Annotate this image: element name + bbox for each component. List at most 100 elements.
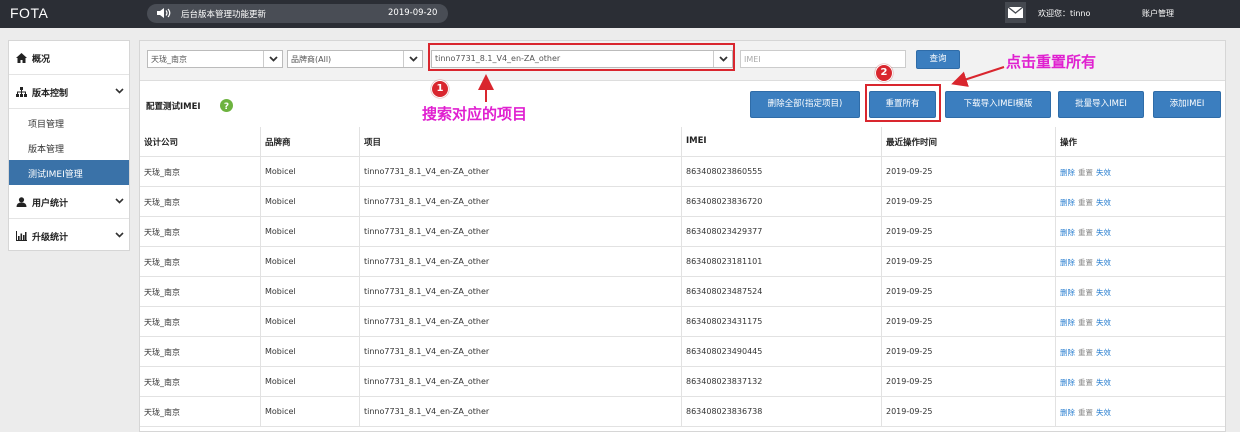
- table-cell: 863408023860555: [681, 157, 881, 187]
- cell-text: tinno7731_8.1_V4_en-ZA_other: [364, 197, 490, 206]
- table-row: 天珑_南京 Mobicel tinno7731_8.1_V4_en-ZA_other…: [140, 247, 1225, 277]
- disable-link[interactable]: 失效: [1096, 258, 1111, 267]
- disable-link[interactable]: 失效: [1096, 198, 1111, 207]
- delete-link[interactable]: 删除: [1060, 378, 1075, 387]
- table-cell: Mobicel: [260, 157, 359, 187]
- help-icon[interactable]: ?: [220, 99, 233, 112]
- disable-link[interactable]: 失效: [1096, 168, 1111, 177]
- table-row: 天珑_南京 Mobicel tinno7731_8.1_V4_en-ZA_other…: [140, 307, 1225, 337]
- notice-text: 后台版本管理功能更新: [181, 10, 267, 20]
- sidebar-item-overview[interactable]: 概况: [9, 41, 129, 75]
- cell-text: Mobicel: [265, 257, 296, 266]
- delete-all-button[interactable]: 删除全部(指定项目): [750, 91, 860, 118]
- table-cell: 2019-09-25: [881, 247, 1055, 277]
- top-bar: FOTA 后台版本管理功能更新 2019-09-20 欢迎您：tinno 账户管…: [0, 0, 1240, 28]
- reset-link[interactable]: 重置: [1078, 288, 1093, 297]
- table-row: 天珑_南京 Mobicel tinno7731_8.1_V4_en-ZA_other…: [140, 187, 1225, 217]
- cell-text: tinno7731_8.1_V4_en-ZA_other: [364, 257, 490, 266]
- reset-link[interactable]: 重置: [1078, 378, 1093, 387]
- header-text: 品牌商: [265, 138, 291, 148]
- table-cell-actions: 删除 重置 失效: [1055, 217, 1225, 247]
- table-cell: tinno7731_8.1_V4_en-ZA_other: [359, 277, 681, 307]
- disable-link[interactable]: 失效: [1096, 288, 1111, 297]
- query-button[interactable]: 查询: [916, 50, 960, 69]
- notice-bar[interactable]: 后台版本管理功能更新 2019-09-20: [147, 4, 448, 23]
- annotation-badge-2: 2: [875, 64, 893, 82]
- reset-link[interactable]: 重置: [1078, 228, 1093, 237]
- table-cell: 2019-09-25: [881, 367, 1055, 397]
- table-cell: 天珑_南京: [140, 187, 260, 217]
- cell-text: 2019-09-25: [886, 317, 933, 326]
- cell-text: 天珑_南京: [144, 318, 180, 327]
- delete-link[interactable]: 删除: [1060, 198, 1075, 207]
- sidebar-subitem-versions[interactable]: 版本管理: [9, 135, 129, 160]
- table-cell: 863408023431175: [681, 307, 881, 337]
- sidebar-item-upgrade-stats[interactable]: 升级统计: [9, 219, 129, 253]
- row-actions: 删除 重置 失效: [1060, 167, 1111, 178]
- chevron-down-icon: [115, 232, 124, 238]
- batch-import-button[interactable]: 批量导入IMEI: [1058, 91, 1144, 118]
- table-cell-actions: 删除 重置 失效: [1055, 307, 1225, 337]
- reset-link[interactable]: 重置: [1078, 198, 1093, 207]
- table-cell: tinno7731_8.1_V4_en-ZA_other: [359, 217, 681, 247]
- delete-link[interactable]: 删除: [1060, 348, 1075, 357]
- disable-link[interactable]: 失效: [1096, 348, 1111, 357]
- disable-link[interactable]: 失效: [1096, 318, 1111, 327]
- disable-link[interactable]: 失效: [1096, 408, 1111, 417]
- table-cell: 天珑_南京: [140, 397, 260, 427]
- cell-text: 863408023490445: [686, 347, 763, 356]
- sidebar-subitem-projects[interactable]: 项目管理: [9, 110, 129, 135]
- table-cell: Mobicel: [260, 337, 359, 367]
- cell-text: tinno7731_8.1_V4_en-ZA_other: [364, 407, 490, 416]
- delete-link[interactable]: 删除: [1060, 168, 1075, 177]
- delete-link[interactable]: 删除: [1060, 318, 1075, 327]
- table-cell: 863408023836720: [681, 187, 881, 217]
- cell-text: 2019-09-25: [886, 167, 933, 176]
- cell-text: 863408023836720: [686, 197, 763, 206]
- account-link[interactable]: 账户管理: [1142, 8, 1174, 19]
- disable-link[interactable]: 失效: [1096, 378, 1111, 387]
- cell-text: tinno7731_8.1_V4_en-ZA_other: [364, 317, 490, 326]
- chevron-down-icon: [115, 88, 124, 94]
- cell-text: 天珑_南京: [144, 348, 180, 357]
- row-actions: 删除 重置 失效: [1060, 227, 1111, 238]
- reset-link[interactable]: 重置: [1078, 408, 1093, 417]
- sidebar-subitem-test-imei[interactable]: 测试IMEI管理: [9, 160, 129, 185]
- header-text: 最近操作时间: [886, 138, 938, 148]
- cell-text: 天珑_南京: [144, 198, 180, 207]
- table-cell: 863408023490445: [681, 337, 881, 367]
- table-cell: Mobicel: [260, 307, 359, 337]
- company-select[interactable]: 天珑_南京: [147, 50, 283, 68]
- delete-link[interactable]: 删除: [1060, 408, 1075, 417]
- add-imei-button[interactable]: 添加IMEI: [1153, 91, 1221, 118]
- cell-text: 天珑_南京: [144, 408, 180, 417]
- download-template-button[interactable]: 下载导入IMEI模版: [945, 91, 1051, 118]
- delete-link[interactable]: 删除: [1060, 228, 1075, 237]
- cell-text: tinno7731_8.1_V4_en-ZA_other: [364, 287, 490, 296]
- app-title: FOTA: [10, 5, 49, 21]
- table-cell: 2019-09-25: [881, 187, 1055, 217]
- mail-icon[interactable]: [1005, 2, 1026, 23]
- row-actions: 删除 重置 失效: [1060, 257, 1111, 268]
- home-icon: [16, 53, 27, 63]
- section-title: 配置测试IMEI: [146, 102, 201, 112]
- reset-link[interactable]: 重置: [1078, 318, 1093, 327]
- cell-text: 863408023429377: [686, 227, 763, 236]
- reset-link[interactable]: 重置: [1078, 168, 1093, 177]
- delete-link[interactable]: 删除: [1060, 258, 1075, 267]
- cell-text: 2019-09-25: [886, 287, 933, 296]
- sidebar-item-user-stats[interactable]: 用户统计: [9, 185, 129, 219]
- disable-link[interactable]: 失效: [1096, 228, 1111, 237]
- sidebar-item-version-control[interactable]: 版本控制: [9, 75, 129, 109]
- reset-link[interactable]: 重置: [1078, 348, 1093, 357]
- table-cell: tinno7731_8.1_V4_en-ZA_other: [359, 337, 681, 367]
- delete-link[interactable]: 删除: [1060, 288, 1075, 297]
- header-cell: 操作: [1055, 127, 1225, 157]
- cell-text: 2019-09-25: [886, 377, 933, 386]
- header-text: 项目: [364, 138, 382, 148]
- header-text: IMEI: [686, 136, 707, 146]
- reset-link[interactable]: 重置: [1078, 258, 1093, 267]
- table-row: 天珑_南京 Mobicel tinno7731_8.1_V4_en-ZA_other…: [140, 337, 1225, 367]
- table-cell: 863408023429377: [681, 217, 881, 247]
- brand-select[interactable]: 品牌商(All): [287, 50, 423, 68]
